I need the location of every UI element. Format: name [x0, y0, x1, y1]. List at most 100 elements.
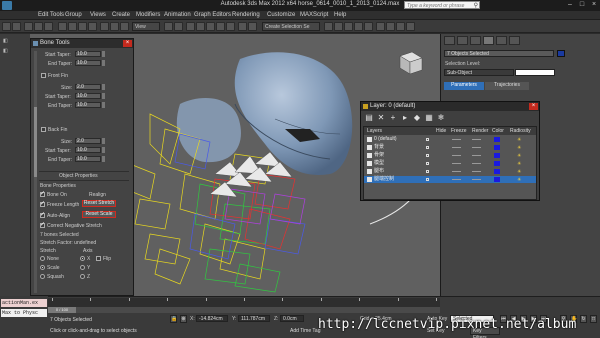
- search-icon[interactable]: ⚲: [474, 2, 478, 9]
- close-icon[interactable]: ×: [529, 103, 538, 110]
- search-box[interactable]: ⚲: [404, 1, 480, 9]
- front-fin-checkbox[interactable]: [41, 73, 46, 78]
- menu-tools[interactable]: Tools: [50, 12, 64, 18]
- freeze-toggle[interactable]: [452, 139, 461, 140]
- track-bar[interactable]: [48, 298, 440, 307]
- new-layer-icon[interactable]: ▤: [365, 114, 373, 122]
- freeze-toggle[interactable]: [452, 147, 461, 148]
- freeze-toggle[interactable]: [452, 171, 461, 172]
- hierarchy-tab-icon[interactable]: [470, 36, 481, 45]
- start-taper-field[interactable]: 10.0: [75, 51, 101, 57]
- move-icon[interactable]: [100, 22, 109, 31]
- hide-toggle[interactable]: [426, 154, 429, 157]
- col-hide[interactable]: Hide: [436, 128, 446, 134]
- layer-row[interactable]: 模型 ☀: [364, 160, 536, 167]
- maxscript-mini-listener[interactable]: actionMan.ex Max to Physc: [0, 296, 48, 338]
- close-icon[interactable]: ×: [123, 40, 132, 47]
- correct-negative-stretch-checkbox[interactable]: [40, 221, 45, 228]
- back-fin-end-taper-field[interactable]: 10.0: [75, 156, 101, 162]
- search-input[interactable]: [407, 2, 471, 9]
- render-toggle[interactable]: [472, 155, 481, 156]
- layer-row-selected[interactable]: 腿端控制 ☀: [364, 176, 536, 183]
- undo-icon[interactable]: [2, 22, 11, 31]
- percent-snap-icon[interactable]: [216, 22, 225, 31]
- selection-region-icon[interactable]: [78, 22, 87, 31]
- menu-customize[interactable]: Customize: [267, 12, 295, 18]
- spinner-snap-icon[interactable]: [226, 22, 235, 31]
- render-toggle[interactable]: [472, 139, 481, 140]
- app-logo-icon[interactable]: [2, 1, 12, 10]
- front-fin-start-taper-field[interactable]: 10.0: [75, 93, 101, 99]
- render-toggle[interactable]: [472, 147, 481, 148]
- snaps-toggle-icon[interactable]: [196, 22, 205, 31]
- x-coordinate-field[interactable]: -14.824cm: [196, 315, 228, 322]
- spinner-icon[interactable]: [102, 138, 105, 144]
- menu-help[interactable]: Help: [334, 12, 346, 18]
- keyboard-shortcut-icon[interactable]: [186, 22, 195, 31]
- col-radiosity[interactable]: Radiosity: [510, 128, 531, 134]
- z-coordinate-field[interactable]: 0.0cm: [280, 315, 304, 322]
- bind-spacewarp-icon[interactable]: [44, 22, 53, 31]
- axis-x-radio[interactable]: [80, 256, 85, 261]
- ribbon-icon[interactable]: ◧: [3, 48, 8, 54]
- scale-icon[interactable]: [120, 22, 129, 31]
- menu-modifiers[interactable]: Modifiers: [136, 12, 160, 18]
- delete-layer-icon[interactable]: ✕: [377, 114, 385, 122]
- radiosity-icon[interactable]: ☀: [517, 145, 521, 151]
- motion-tab-icon[interactable]: [483, 36, 494, 45]
- reference-coord-dropdown[interactable]: View: [132, 22, 160, 31]
- menu-create[interactable]: Create: [112, 12, 130, 18]
- layer-color-swatch[interactable]: [494, 137, 500, 142]
- radiosity-icon[interactable]: ☀: [517, 153, 521, 159]
- menu-group[interactable]: Group: [65, 12, 82, 18]
- scrollbar-thumb[interactable]: [34, 107, 37, 177]
- highlight-layer-icon[interactable]: ◆: [413, 114, 421, 122]
- menu-graph-editors[interactable]: Graph Editors: [194, 12, 231, 18]
- spinner-icon[interactable]: [102, 84, 105, 90]
- object-color-swatch[interactable]: [557, 50, 565, 57]
- layer-row[interactable]: 骨架 ☀: [364, 152, 536, 159]
- create-tab-icon[interactable]: [444, 36, 455, 45]
- spinner-icon[interactable]: [102, 60, 105, 66]
- display-tab-icon[interactable]: [496, 36, 507, 45]
- hide-all-icon[interactable]: ▦: [425, 114, 433, 122]
- selection-level-dropdown[interactable]: [515, 69, 555, 76]
- time-slider-thumb[interactable]: 0 / 100: [48, 307, 76, 313]
- object-properties-header[interactable]: Object Properties: [59, 173, 98, 179]
- menu-maxscript[interactable]: MAXScript: [300, 12, 328, 18]
- freeze-toggle[interactable]: [452, 155, 461, 156]
- time-slider[interactable]: 0 / 100: [48, 307, 440, 313]
- axis-y-radio[interactable]: [80, 265, 85, 270]
- object-name-field[interactable]: 7 Objects Selected: [444, 50, 554, 57]
- freeze-toggle[interactable]: [452, 179, 461, 180]
- stretch-none-radio[interactable]: [40, 256, 45, 261]
- select-object-icon[interactable]: [58, 22, 67, 31]
- spinner-icon[interactable]: [102, 93, 105, 99]
- pivot-center-icon[interactable]: [164, 22, 173, 31]
- auto-align-checkbox[interactable]: [40, 211, 45, 218]
- layer-color-swatch[interactable]: [494, 177, 500, 182]
- graphite-toggle-icon[interactable]: [344, 22, 353, 31]
- rotate-icon[interactable]: [110, 22, 119, 31]
- hide-toggle[interactable]: [426, 178, 429, 181]
- modify-tab-icon[interactable]: [457, 36, 468, 45]
- bone-on-checkbox[interactable]: [40, 190, 45, 197]
- layer-manager-icon[interactable]: [334, 22, 343, 31]
- hide-toggle[interactable]: [426, 170, 429, 173]
- layer-color-swatch[interactable]: [494, 161, 500, 166]
- layer-row[interactable]: 0 (default) ☀: [364, 136, 536, 143]
- add-time-tag-button[interactable]: Add Time Tag: [290, 328, 320, 334]
- menu-animation[interactable]: Animation: [164, 12, 191, 18]
- absolute-mode-icon[interactable]: ⊕: [180, 315, 187, 323]
- named-selection-dropdown[interactable]: Create Selection Se: [262, 22, 320, 31]
- render-setup-icon[interactable]: [386, 22, 395, 31]
- spinner-icon[interactable]: [102, 147, 105, 153]
- col-layers[interactable]: Layers: [367, 128, 382, 134]
- col-color[interactable]: Color: [492, 128, 504, 134]
- close-window-button[interactable]: ×: [590, 1, 598, 9]
- curve-editor-icon[interactable]: [354, 22, 363, 31]
- end-taper-field[interactable]: 10.0: [75, 60, 101, 66]
- render-production-icon[interactable]: [406, 22, 415, 31]
- edit-named-selection-icon[interactable]: [238, 22, 247, 31]
- freeze-length-checkbox[interactable]: [40, 200, 45, 207]
